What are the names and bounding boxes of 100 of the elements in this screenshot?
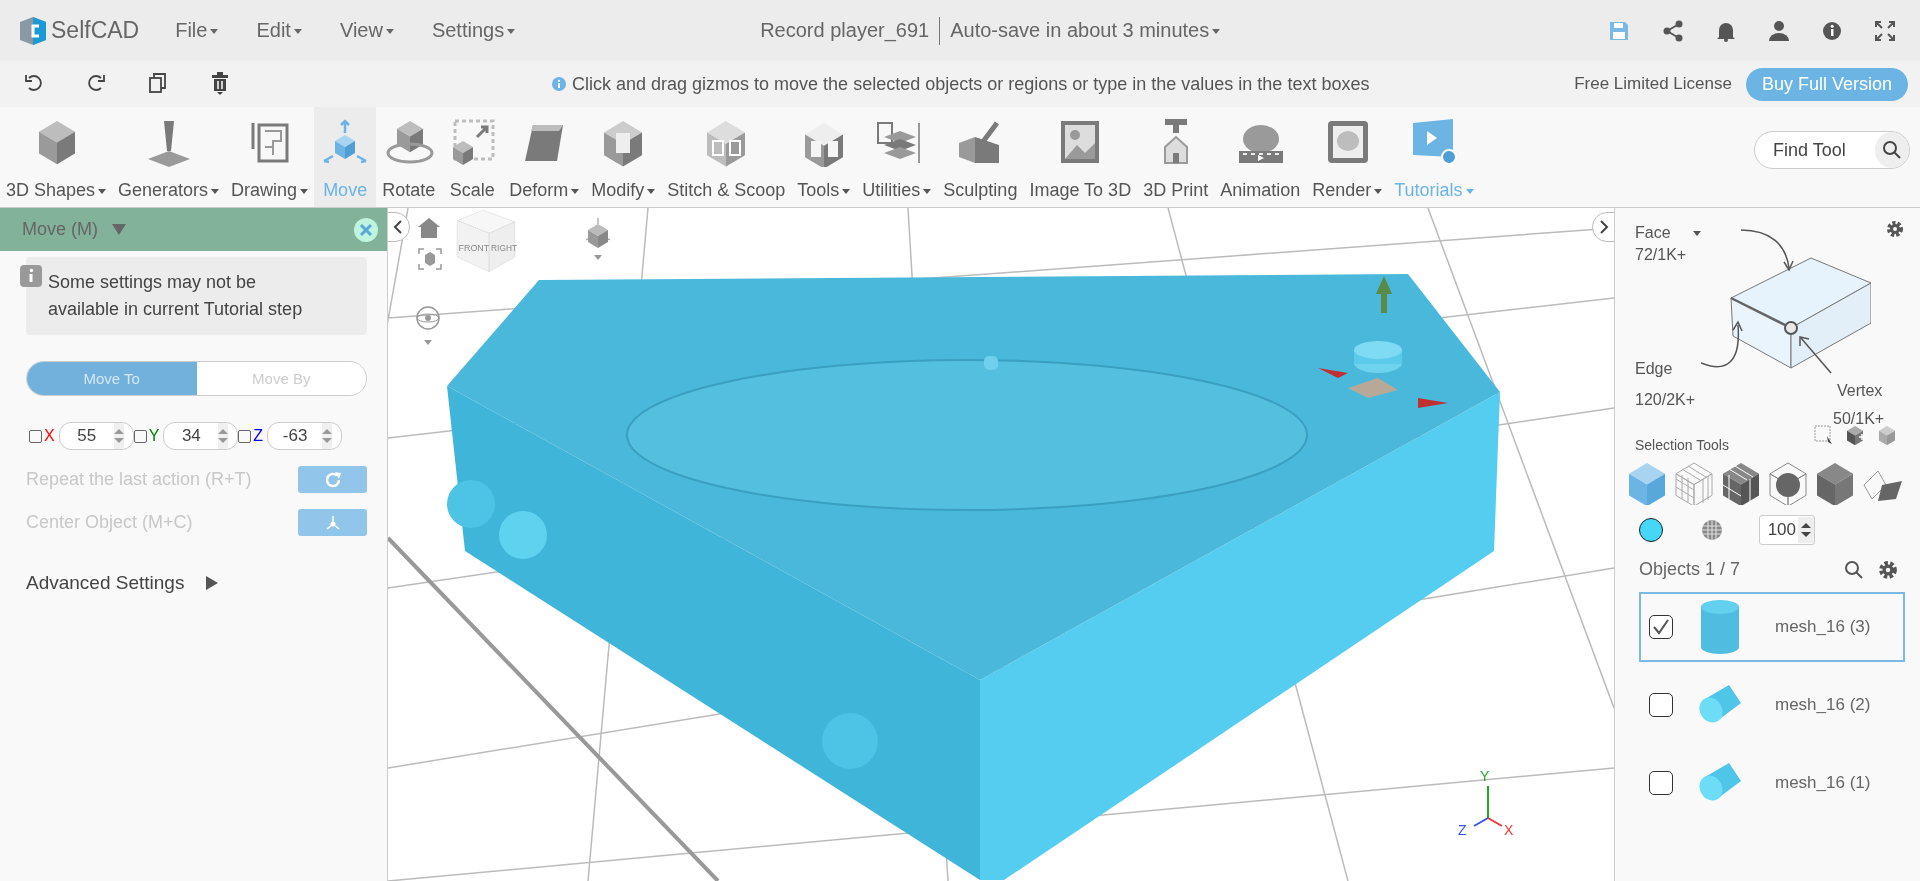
search-icon[interactable]	[1844, 559, 1864, 580]
axis-label: Z	[253, 427, 264, 445]
opacity-field[interactable]: 100	[1760, 519, 1798, 541]
axis-label: X	[1504, 822, 1514, 838]
tool-label: Scale	[449, 180, 495, 201]
object-name: mesh_16 (1)	[1775, 773, 1871, 793]
spinner-icon[interactable]	[1798, 517, 1814, 543]
axis-checkbox[interactable]	[238, 429, 252, 443]
view-cube-label: RIGHT	[491, 243, 517, 254]
cube-plus-icon[interactable]	[1846, 425, 1866, 445]
info-icon	[552, 77, 566, 91]
objects-count-label: Objects 1 / 7	[1639, 559, 1741, 580]
axis-value-box[interactable]: 34	[163, 422, 239, 450]
share-icon[interactable]	[1662, 19, 1684, 42]
undo-icon[interactable]	[24, 72, 44, 92]
object-checkbox[interactable]	[1649, 615, 1673, 639]
user-icon[interactable]	[1768, 19, 1790, 42]
collapse-right-button[interactable]	[1592, 212, 1614, 242]
toolbar-tool[interactable]: Tools	[791, 107, 857, 207]
chevron-left-icon	[393, 219, 403, 235]
toolbar-tool[interactable]: Scale	[441, 107, 504, 207]
color-swatch[interactable]	[1639, 518, 1663, 542]
copy-icon[interactable]	[148, 72, 168, 94]
toolbar-tool[interactable]: Stitch & Scoop	[661, 107, 792, 207]
expand-arrow-icon[interactable]	[206, 576, 219, 590]
menu-item[interactable]: Edit	[256, 19, 302, 42]
toolbar-tool[interactable]: Animation	[1214, 107, 1307, 207]
app-logo-text: SelfCAD	[51, 17, 140, 44]
settings-icon[interactable]	[1886, 220, 1904, 238]
object-list-item[interactable]: mesh_16 (3)	[1639, 592, 1905, 662]
edge-label: Edge	[1635, 360, 1673, 378]
search-icon[interactable]	[1875, 132, 1909, 168]
axis-value-box[interactable]: 55	[58, 422, 134, 450]
hint-text: Click and drag gizmos to move the selected objects or regions or type in the values in the text boxes	[572, 73, 1370, 95]
toolbar-tool[interactable]: Image To 3D	[1023, 107, 1138, 207]
face-mode-dropdown[interactable]: Face	[1635, 224, 1701, 242]
object-checkbox[interactable]	[1649, 693, 1673, 717]
tool-label: Deform	[509, 180, 580, 201]
toolbar-tool[interactable]: Render	[1306, 107, 1389, 207]
settings-icon[interactable]	[1878, 559, 1898, 580]
find-tool-field[interactable]: Find Tool	[1755, 138, 1875, 162]
axis-value-field[interactable]: 55	[59, 425, 114, 447]
selection-tools-label: Selection Tools	[1635, 437, 1730, 453]
toolbar-tool[interactable]: Sculpting	[937, 107, 1024, 207]
menu-item[interactable]: Settings	[431, 19, 516, 42]
document-title: Record player_691	[760, 19, 930, 42]
axis-value-field[interactable]: -63	[268, 425, 323, 447]
axis-label: Y	[1480, 768, 1490, 784]
tool-label: Drawing	[231, 180, 309, 201]
object-checkbox[interactable]	[1649, 771, 1673, 795]
orbit-icon[interactable]	[415, 306, 441, 346]
sphere-in-cube-icon[interactable]	[1766, 461, 1810, 505]
object-name: mesh_16 (2)	[1775, 695, 1871, 715]
axis-value-box[interactable]: -63	[267, 422, 343, 450]
trash-icon[interactable]	[210, 72, 230, 96]
axis-checkbox[interactable]	[29, 429, 42, 443]
redo-icon[interactable]	[86, 72, 106, 92]
tool-label: Render	[1312, 180, 1383, 201]
collapse-left-button[interactable]	[388, 212, 410, 242]
advanced-settings-label[interactable]: Advanced Settings	[26, 572, 185, 594]
axis-label: Z	[1458, 822, 1467, 838]
tool-label: Utilities	[862, 180, 932, 201]
camera-view-icon[interactable]	[583, 218, 613, 262]
toolbar-tool[interactable]: Modify	[585, 107, 662, 207]
box-select-icon[interactable]	[1814, 425, 1834, 445]
info-icon	[20, 265, 42, 287]
autosave-dropdown[interactable]: Auto-save in about 3 minutes	[950, 19, 1221, 42]
opacity-box[interactable]: 100	[1759, 515, 1815, 545]
axis-label: Y	[148, 427, 160, 445]
find-tool-box[interactable]: Find Tool	[1754, 131, 1910, 169]
object-list-item[interactable]: mesh_16 (2)	[1639, 670, 1905, 740]
tool-label: 3D Print	[1143, 180, 1209, 201]
fit-view-icon[interactable]	[418, 248, 442, 270]
toolbar-tool[interactable]: Deform	[503, 107, 586, 207]
tool-label: Move	[323, 180, 368, 201]
menu-item[interactable]: View	[339, 19, 394, 42]
notice-text: Some settings may not be available in current Tutorial step	[48, 271, 304, 321]
axis-checkbox[interactable]	[133, 429, 147, 443]
info-icon[interactable]	[1822, 20, 1842, 41]
home-icon[interactable]	[418, 218, 440, 238]
toolbar-tool[interactable]: Generators	[112, 107, 226, 207]
fullscreen-icon[interactable]	[1874, 19, 1896, 42]
toolbar-tool[interactable]: Utilities	[856, 107, 938, 207]
face-count: 72/1K+	[1635, 246, 1687, 264]
tool-label: Tutorials	[1394, 180, 1474, 201]
axis-value-field[interactable]: 34	[164, 425, 219, 447]
object-name: mesh_16 (3)	[1775, 617, 1871, 637]
toolbar-tool[interactable]: 3D Print	[1137, 107, 1215, 207]
vertex-label: Vertex	[1837, 382, 1883, 400]
tool-label: Tools	[797, 180, 851, 201]
object-list-item[interactable]: mesh_16 (1)	[1639, 748, 1905, 818]
toolbar-tool[interactable]: Drawing	[225, 107, 315, 207]
toolbar-tool[interactable]: 3D Shapes	[0, 107, 113, 207]
layered-cube-icon[interactable]	[1878, 425, 1898, 445]
tool-label: Stitch & Scoop	[667, 180, 786, 201]
texture-sphere-icon[interactable]	[1701, 519, 1723, 541]
menu-item[interactable]: File	[175, 19, 219, 42]
tool-label: Modify	[591, 180, 656, 201]
toolbar-tool[interactable]: Rotate	[376, 107, 442, 207]
tool-label: 3D Shapes	[6, 180, 107, 201]
